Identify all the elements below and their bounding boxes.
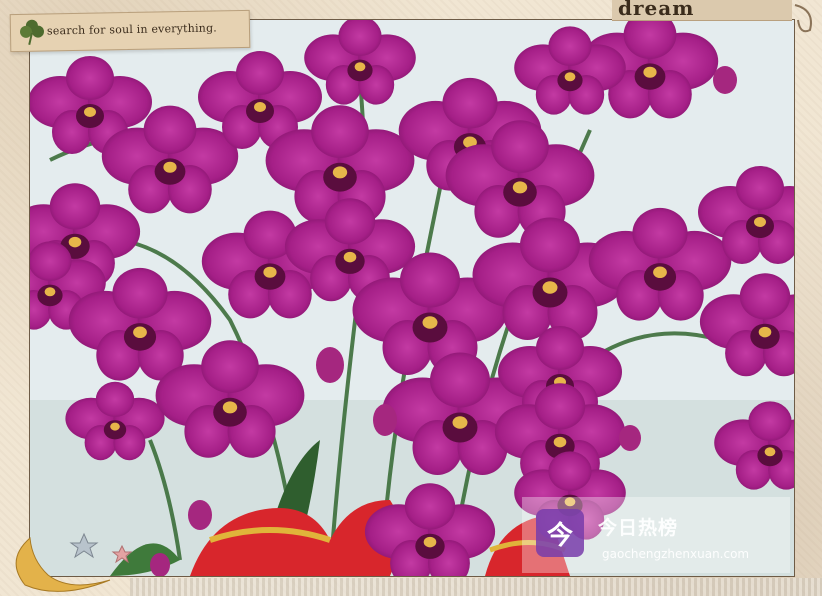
corner-tag: dream <box>612 0 792 21</box>
watermark-url: gaochengzhenxuan.com <box>602 547 750 561</box>
logo-glyph: 今 <box>546 520 573 551</box>
ornament-icon <box>794 4 812 33</box>
newsprint-strip <box>130 578 822 596</box>
site-watermark: 今 今日热榜 gaochengzhenxuan.com <box>522 497 790 573</box>
orchid-illustration <box>30 20 794 576</box>
orchid-photo <box>29 19 795 577</box>
tagline-text: search for soul in everything. <box>46 21 218 38</box>
watermark-title: 今日热榜 <box>598 517 679 539</box>
tagline-banner: search for soul in everything. <box>9 9 251 53</box>
clover-icon <box>19 19 44 45</box>
moon-icon <box>15 532 133 592</box>
star-icon <box>69 532 99 559</box>
corner-tag-text: dream <box>618 0 695 20</box>
logo-icon: 今 <box>536 509 584 557</box>
